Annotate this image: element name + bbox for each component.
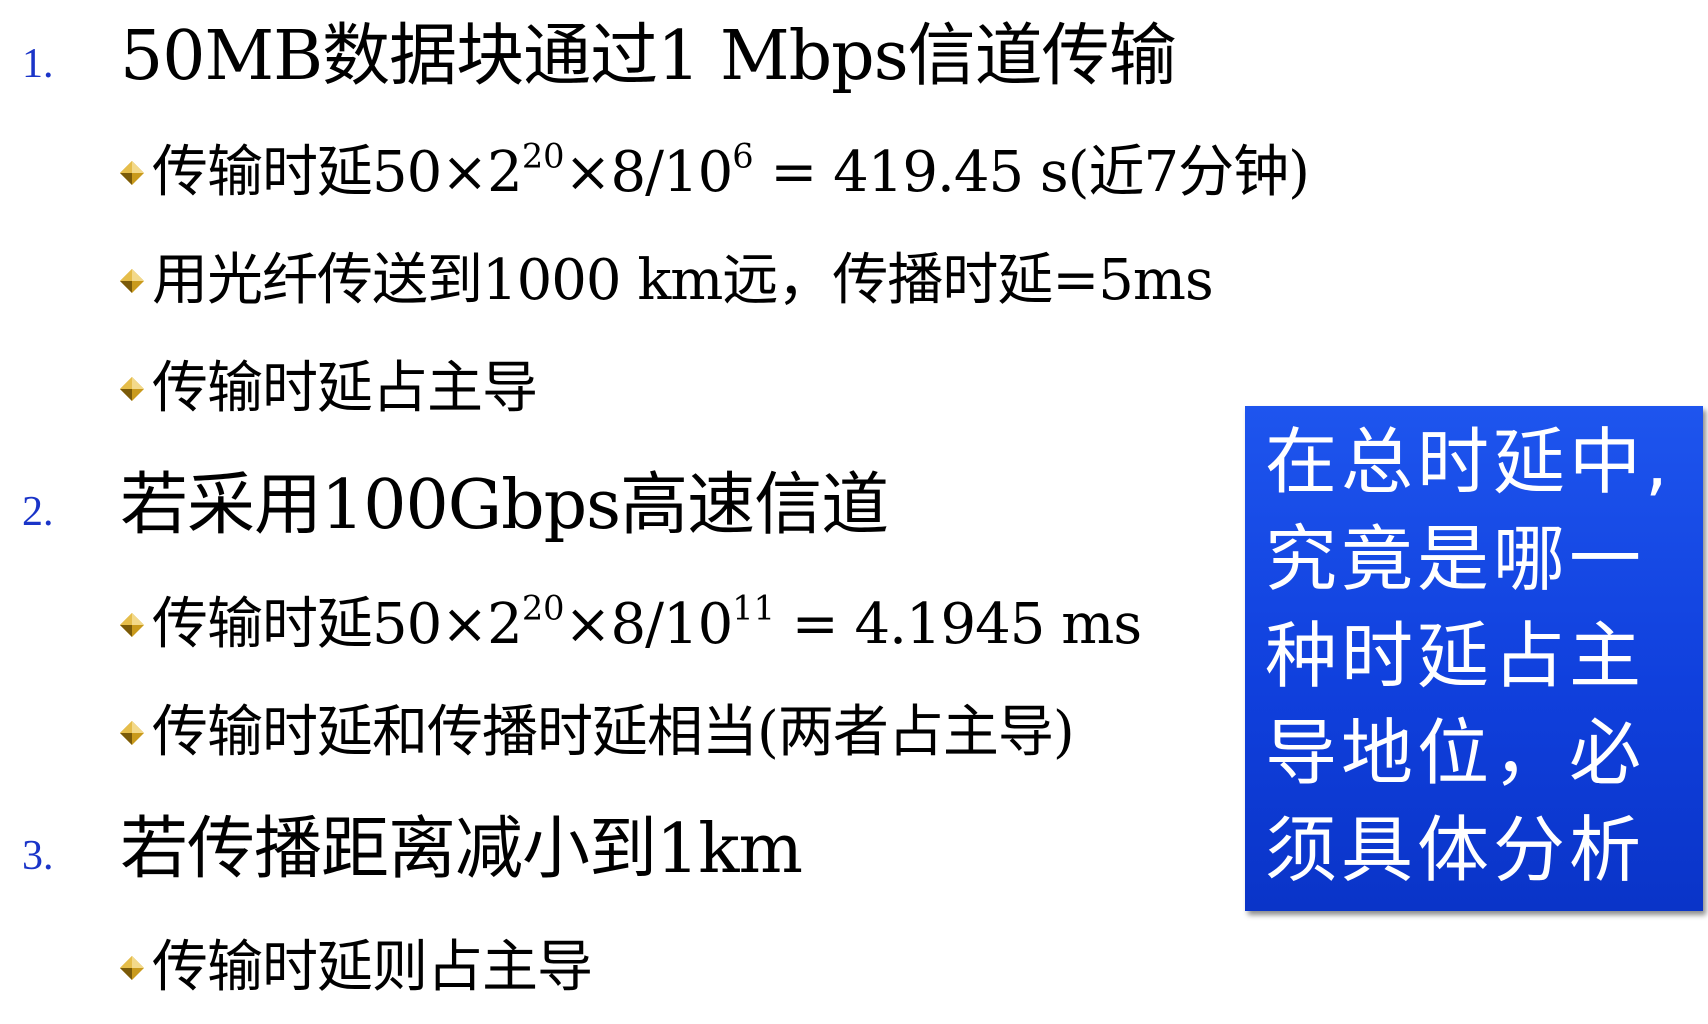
formula-exponent-2: 11 <box>732 588 775 628</box>
item-2-bullet-1-text: 传输时延50×220×8/1011 = 4.1945 ms <box>152 591 1142 653</box>
callout-line-4: 导地位，必 <box>1265 711 1646 795</box>
formula-exponent-1: 20 <box>521 588 565 628</box>
gold-diamond-bullet-icon <box>120 613 144 637</box>
formula-result: = 4.1945 ms <box>774 592 1142 657</box>
item-1-bullet-3-text: 传输时延占主导 <box>152 356 538 421</box>
callout-line-1: 在总时延中, <box>1265 420 1672 504</box>
item-1-bullet-3: 传输时延占主导 <box>118 356 538 421</box>
callout-line-2: 究竟是哪一 <box>1265 517 1646 601</box>
gold-diamond-bullet-icon <box>120 377 144 401</box>
formula-middle: ×8/10 <box>564 140 734 205</box>
formula-prefix: 传输时延50×2 <box>152 592 523 657</box>
item-1-heading: 50MB数据块通过1 Mbps信道传输 <box>120 17 1177 96</box>
item-2-bullet-2: 传输时延和传播时延相当(两者占主导) <box>118 700 1075 765</box>
item-1-bullet-2-text: 用光纤传送到1000 km远，传播时延=5ms <box>152 248 1214 313</box>
item-3-heading: 若传播距离减小到1km <box>120 810 803 889</box>
formula-prefix: 传输时延50×2 <box>152 140 523 205</box>
item-3-bullet-1-text: 传输时延则占主导 <box>152 935 593 1000</box>
gold-diamond-bullet-icon <box>120 269 144 293</box>
item-1-bullet-1-text: 传输时延50×220×8/106 = 419.45 s(近7分钟) <box>152 139 1310 201</box>
item-3-bullet-1: 传输时延则占主导 <box>118 935 593 1000</box>
callout-box: 在总时延中, 究竟是哪一 种时延占主 导地位，必 须具体分析 <box>1245 406 1703 911</box>
item-1-number: 1. <box>22 41 54 87</box>
gold-diamond-bullet-icon <box>120 721 144 745</box>
gold-diamond-bullet-icon <box>120 161 144 185</box>
item-2-bullet-2-text: 传输时延和传播时延相当(两者占主导) <box>152 700 1075 765</box>
formula-exponent-2: 6 <box>732 136 754 176</box>
formula-exponent-1: 20 <box>521 136 565 176</box>
item-3-number: 3. <box>22 833 54 879</box>
callout-line-3: 种时延占主 <box>1265 614 1646 698</box>
formula-result: = 419.45 s(近7分钟) <box>753 140 1310 205</box>
formula-middle: ×8/10 <box>564 592 734 657</box>
item-1-bullet-1: 传输时延50×220×8/106 = 419.45 s(近7分钟) <box>118 139 1310 201</box>
item-2-heading: 若采用100Gbps高速信道 <box>120 466 889 545</box>
callout-line-5: 须具体分析 <box>1265 808 1646 892</box>
gold-diamond-bullet-icon <box>120 956 144 980</box>
item-2-number: 2. <box>22 489 54 535</box>
item-1-bullet-2: 用光纤传送到1000 km远，传播时延=5ms <box>118 248 1214 313</box>
item-2-bullet-1: 传输时延50×220×8/1011 = 4.1945 ms <box>118 591 1142 653</box>
